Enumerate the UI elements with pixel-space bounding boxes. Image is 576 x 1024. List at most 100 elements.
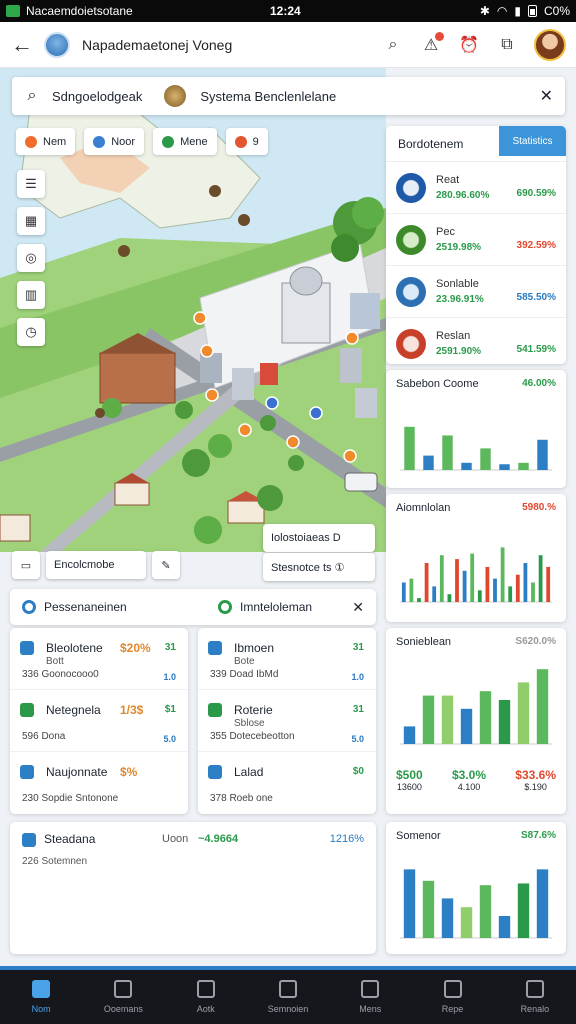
nav-label: Aotk: [196, 1004, 215, 1014]
nav-item[interactable]: Aotk: [165, 970, 247, 1024]
list-item-icon: [20, 641, 34, 655]
nav-icon: [32, 980, 51, 998]
list-item-score: 5.0: [351, 734, 364, 744]
list-item-count: $0: [352, 766, 364, 777]
nav-item[interactable]: Ooemans: [82, 970, 164, 1024]
chart1-title: Sabebon Coome: [396, 378, 479, 390]
chip-location[interactable]: Noor: [84, 128, 145, 155]
location-pin-icon[interactable]: ◎: [17, 244, 45, 272]
metric-icon: [396, 172, 426, 203]
nav-item[interactable]: Nom: [0, 970, 82, 1024]
page-title: Napademaetonej Voneg: [82, 36, 233, 53]
chip-time[interactable]: 9: [225, 128, 268, 155]
list-item-amount: $%: [120, 765, 138, 779]
battery-icon: [527, 5, 537, 17]
nav-item[interactable]: Repe: [411, 970, 493, 1024]
summary-icon: [22, 833, 36, 847]
list-item[interactable]: Netegnela 596 Dona 1/3$ $1 5.0: [10, 690, 188, 752]
metric-row[interactable]: Reat 280.96.60% 690.59%: [386, 162, 566, 214]
list-item[interactable]: Bleolotene Bott 336 Goonocooo0 $20% 31 1…: [10, 628, 188, 690]
home-icon: [25, 135, 37, 148]
list-item-icon: [208, 703, 222, 717]
stat-sub: 4.100: [457, 782, 481, 792]
fullscreen-icon[interactable]: ▭: [12, 551, 40, 579]
chart-bar: [439, 555, 444, 602]
target-icon: [218, 600, 232, 614]
map-stats-button[interactable]: Stesnotce ts ①: [263, 553, 375, 581]
chart-bar: [401, 582, 406, 602]
chart1-value: 46.00%: [522, 378, 556, 389]
list-item[interactable]: Roterie Sblose 355 Dotecebeotton 31 5.0: [198, 690, 376, 752]
list-item-count: 31: [164, 642, 176, 653]
bluetooth-icon: ✱: [479, 4, 490, 18]
stat-sub: $.190: [524, 782, 547, 792]
notification-bell-icon[interactable]: ⚠: [420, 32, 444, 56]
location-avatar: [164, 85, 187, 107]
chart-bar: [485, 566, 490, 602]
layers-icon[interactable]: ☰: [17, 170, 45, 198]
metric-sub: 2519.98%: [436, 241, 482, 253]
chart-bar: [403, 726, 416, 744]
chart-bar: [480, 448, 491, 470]
map-legend-button[interactable]: Iolostoiaeas D: [263, 524, 375, 552]
list-item[interactable]: Ibmoen Bote 339 Doad IbMd 31 1.0: [198, 628, 376, 690]
chart-card-2: Aiomnlolan 5980.%: [386, 494, 566, 622]
status-title: Nacaemdoietsotane: [26, 4, 133, 18]
summary-value: 1216%: [329, 833, 364, 845]
chart-bar: [538, 555, 543, 602]
nav-item[interactable]: Semnoien: [247, 970, 329, 1024]
chart-bar: [531, 582, 535, 602]
alarm-icon[interactable]: ⏰: [458, 34, 480, 56]
chart-bar: [424, 563, 429, 602]
chart-bar: [455, 559, 459, 602]
list-item-title: Netegnela: [46, 703, 101, 717]
chart-bar: [460, 907, 473, 938]
chart-bar: [479, 691, 492, 744]
close-icon[interactable]: ✕: [352, 599, 364, 616]
chart-bar: [508, 586, 513, 602]
metric-label: Pec: [436, 225, 455, 238]
chart-bar: [517, 682, 530, 744]
list-item-icon: [20, 703, 34, 717]
share-icon[interactable]: ⧉: [496, 34, 518, 56]
search-bar[interactable]: ⌕ Sdngoelodgeak Systema Benclenlelane ✕: [12, 77, 565, 115]
metric-value: 541.59%: [516, 344, 556, 355]
wifi-icon: ◠: [496, 4, 508, 18]
map-mode-button[interactable]: Encolcmobe: [46, 551, 146, 579]
list-item-count: 31: [352, 704, 364, 715]
chart-bar: [409, 578, 414, 602]
building-icon[interactable]: ▥: [17, 281, 45, 309]
map-side-tools: ☰ ▦ ◎ ▥ ◷: [17, 170, 45, 346]
edit-map-icon[interactable]: ✎: [152, 551, 180, 579]
summary-card[interactable]: Steadana Uoon ~4.9664 1216% 226 Sotemnen: [10, 822, 376, 954]
metric-row[interactable]: Reslan 2591.90% 541.59%: [386, 318, 566, 370]
metric-label: Reslan: [436, 329, 471, 342]
list-item-score: 1.0: [351, 672, 364, 682]
lists-header-left: Pessenaneinen: [44, 600, 127, 614]
user-avatar[interactable]: [534, 29, 566, 61]
chip-menu[interactable]: Mene: [153, 128, 217, 155]
nav-label: Semnoien: [267, 1004, 309, 1014]
list-item[interactable]: Lalad 378 Roeb one $0: [198, 752, 376, 814]
search-icon[interactable]: ⌕: [382, 34, 404, 56]
metric-row[interactable]: Pec 2519.98% 392.59%: [386, 214, 566, 266]
metric-sub: 23.96.91%: [436, 293, 484, 305]
nav-icon: [443, 980, 462, 998]
grid-icon[interactable]: ▦: [17, 207, 45, 235]
nav-item[interactable]: Mens: [329, 970, 411, 1024]
metric-row[interactable]: Sonlable 23.96.91% 585.50%: [386, 266, 566, 318]
chart3-title: Sonieblean: [396, 636, 452, 648]
chart-bar: [441, 695, 454, 744]
list-item-meta: 596 Dona: [22, 731, 66, 742]
chip-home[interactable]: Nem: [16, 128, 76, 155]
close-icon[interactable]: ✕: [540, 86, 553, 106]
compass-icon[interactable]: ◷: [17, 318, 45, 346]
status-bar: Nacaemdoietsotane 12:24 ✱ ◠ ▮ C0%: [0, 0, 576, 22]
back-arrow-icon[interactable]: ←: [0, 32, 44, 58]
statistics-button[interactable]: Statistics: [499, 126, 566, 156]
list-item[interactable]: Naujonnate 230 Sopdie Sntonone $%: [10, 752, 188, 814]
chart-bar: [404, 426, 415, 470]
status-time: 12:24: [270, 4, 301, 18]
clock-icon: [234, 135, 247, 148]
nav-item[interactable]: Renalo: [494, 970, 576, 1024]
